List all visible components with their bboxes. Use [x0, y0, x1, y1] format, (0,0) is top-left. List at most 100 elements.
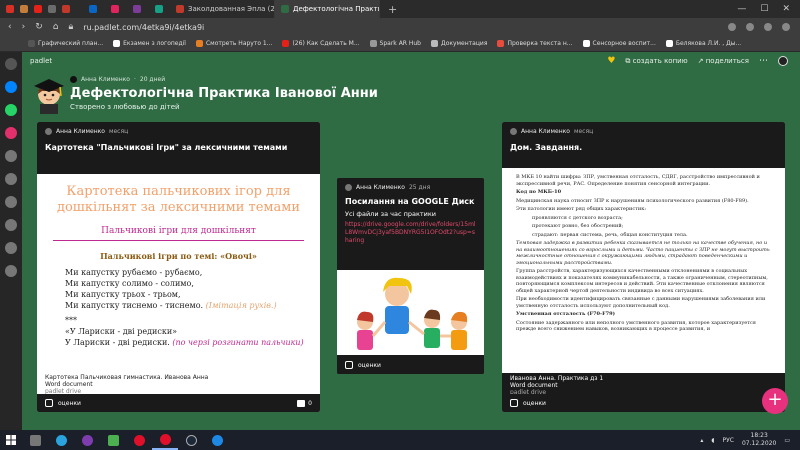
attachment-type: Word document [510, 382, 558, 389]
doc-heading: Умственная отсталость (F70-F79) [516, 311, 615, 317]
poem-remark: (по черзі розгинати пальчики) [172, 338, 304, 347]
share-button[interactable]: ↗ поделиться [698, 57, 749, 65]
pinned-tab[interactable] [104, 0, 126, 18]
pinned-tab[interactable] [82, 0, 104, 18]
browser-tab-strip: Заколдованная Эпла (200... Дефектологічн… [0, 0, 800, 18]
post-card[interactable]: Анна Клименко месяц Картотека "Пальчиков… [37, 122, 320, 412]
language-indicator[interactable]: РУС [723, 437, 734, 444]
opera-icon[interactable] [126, 430, 152, 450]
doc-paragraph: Темповая задержка в развитии ребенка ска… [516, 240, 770, 266]
camera-icon[interactable] [728, 23, 736, 31]
bookmark-item[interactable]: Екзамен з логопедії [113, 40, 186, 47]
bookmark-item[interactable]: Смотреть Наруто 1... [195, 40, 273, 47]
heart-icon[interactable]: ♥ [607, 56, 615, 66]
bookmark-item[interactable]: Spark AR Hub [369, 40, 421, 47]
rating-checkbox-icon[interactable] [345, 361, 353, 369]
bookmark-item[interactable]: Белякова Л.И. , Ды... [665, 40, 741, 47]
rating-label[interactable]: оценки [58, 400, 81, 407]
notifications-icon[interactable]: ▭ [784, 437, 790, 444]
attachment-name: Иванова Анна. Практика дз 1 [510, 375, 604, 382]
messenger-icon[interactable] [5, 81, 17, 93]
pinned-tab-icon[interactable] [62, 5, 70, 13]
task-view-icon[interactable] [22, 430, 48, 450]
network-icon[interactable]: ▴ [700, 437, 703, 444]
settings-icon[interactable] [5, 242, 17, 254]
user-avatar[interactable] [778, 56, 788, 66]
attachment-info[interactable]: Иванова Анна. Практика дз 1 Word documen… [502, 373, 785, 396]
instagram-icon[interactable] [5, 127, 17, 139]
mail-icon[interactable] [20, 5, 28, 13]
add-post-button[interactable]: + [762, 388, 788, 414]
app-icon [111, 5, 119, 13]
browser-sidebar [0, 52, 22, 430]
youtube-icon[interactable] [34, 5, 42, 13]
heart-icon[interactable] [5, 196, 17, 208]
bookmark-item[interactable]: Документация [431, 40, 487, 47]
attachment-info[interactable]: Картотека Пальчиковая гимнастика. Иванов… [37, 374, 320, 395]
address-bar: ‹ › ↻ ⌂ 🔒︎ ru.padlet.com/4etka9i/4etka9i [0, 18, 800, 36]
doc-paragraph: В МКБ 10 найти шифры: ЗПР, умственная от… [516, 174, 760, 187]
opera-active-icon[interactable] [152, 430, 178, 450]
document-preview[interactable]: Картотека пальчикових ігор для дошкільня… [37, 174, 320, 374]
home-icon[interactable]: ⌂ [53, 22, 59, 32]
volume-icon[interactable]: ◖ [711, 437, 714, 444]
rating-label[interactable]: оценки [358, 362, 381, 369]
post-card[interactable]: Анна Клименко 25 дня Посилання на GOOGLE… [337, 178, 484, 374]
close-window-icon[interactable]: ✕ [782, 4, 790, 14]
card-title: Посилання на GOOGLE Диск [345, 197, 475, 206]
history-icon[interactable] [5, 219, 17, 231]
gmail-icon[interactable] [6, 5, 14, 13]
post-time: 25 дня [408, 184, 431, 191]
bookmark-item[interactable]: (26) Как Сделать М... [282, 40, 360, 47]
bookmark-item[interactable]: Графический план... [28, 40, 103, 47]
bookmark-item[interactable]: Сенсорное воспит... [582, 40, 656, 47]
browser-tab[interactable]: Заколдованная Эпла (200... [170, 0, 275, 18]
card-footer: оценки [502, 394, 785, 412]
doc-heading: Картотека пальчикових ігор для дошкільня… [56, 184, 301, 215]
pinned-tab[interactable] [126, 0, 148, 18]
post-card[interactable]: Анна Клименко месяц Дом. Завдання. В МКБ… [502, 122, 785, 412]
telegram-icon[interactable] [48, 430, 74, 450]
edge-icon[interactable] [204, 430, 230, 450]
url-field[interactable]: ru.padlet.com/4etka9i/4etka9i [83, 23, 204, 32]
rating-checkbox-icon[interactable] [45, 399, 53, 407]
padlet-logo[interactable]: padlet [30, 57, 52, 65]
download-icon[interactable] [764, 23, 772, 31]
heart-icon[interactable] [746, 23, 754, 31]
remix-button[interactable]: ⧉ создать копию [625, 57, 687, 66]
forward-icon[interactable]: › [22, 22, 26, 32]
rating-label[interactable]: оценки [523, 400, 546, 407]
page-title: Дефектологічна Практика Іванової Анни [70, 86, 378, 101]
more-options-icon[interactable]: ⋯ [759, 56, 768, 66]
clock-icon[interactable] [5, 173, 17, 185]
windows-start-icon[interactable] [0, 430, 22, 450]
menu-icon[interactable] [782, 23, 790, 31]
author-avatar [510, 128, 517, 135]
linkedin-icon [89, 5, 97, 13]
new-tab-button[interactable]: + [380, 3, 405, 16]
maximize-icon[interactable]: ☐ [760, 4, 768, 14]
drive-link[interactable]: https://drive.google.com/drive/folders/1… [337, 218, 484, 249]
doc-paragraph: Медицинская наука относит ЗПР к нарушени… [516, 197, 749, 204]
pinned-tab-icon[interactable] [48, 5, 56, 13]
pinned-tab[interactable] [148, 0, 170, 18]
more-icon[interactable] [5, 265, 17, 277]
rating-checkbox-icon[interactable] [510, 399, 518, 407]
bookmarks-icon[interactable] [5, 150, 17, 162]
browser-tab-active[interactable]: Дефектологічна Практик... ✕ [275, 0, 380, 18]
store-icon[interactable] [100, 430, 126, 450]
steam-icon[interactable] [178, 430, 204, 450]
reload-icon[interactable]: ↻ [35, 22, 43, 32]
clock[interactable]: 18:23 07.12.2020 [742, 432, 776, 448]
bookmark-label: Смотреть Наруто 1... [205, 40, 273, 47]
document-preview[interactable]: В МКБ 10 найти шифры: ЗПР, умственная от… [502, 168, 785, 373]
comment-button[interactable]: 0 [297, 399, 312, 407]
children-illustration [337, 270, 484, 355]
bookmark-item[interactable]: Проверка текста н... [497, 40, 573, 47]
back-icon[interactable]: ‹ [8, 22, 12, 32]
speed-dial-icon[interactable] [5, 58, 17, 70]
minimize-icon[interactable]: — [737, 4, 746, 14]
viber-icon[interactable] [74, 430, 100, 450]
card-author: Анна Клименко месяц [37, 122, 320, 135]
whatsapp-icon[interactable] [5, 104, 17, 116]
